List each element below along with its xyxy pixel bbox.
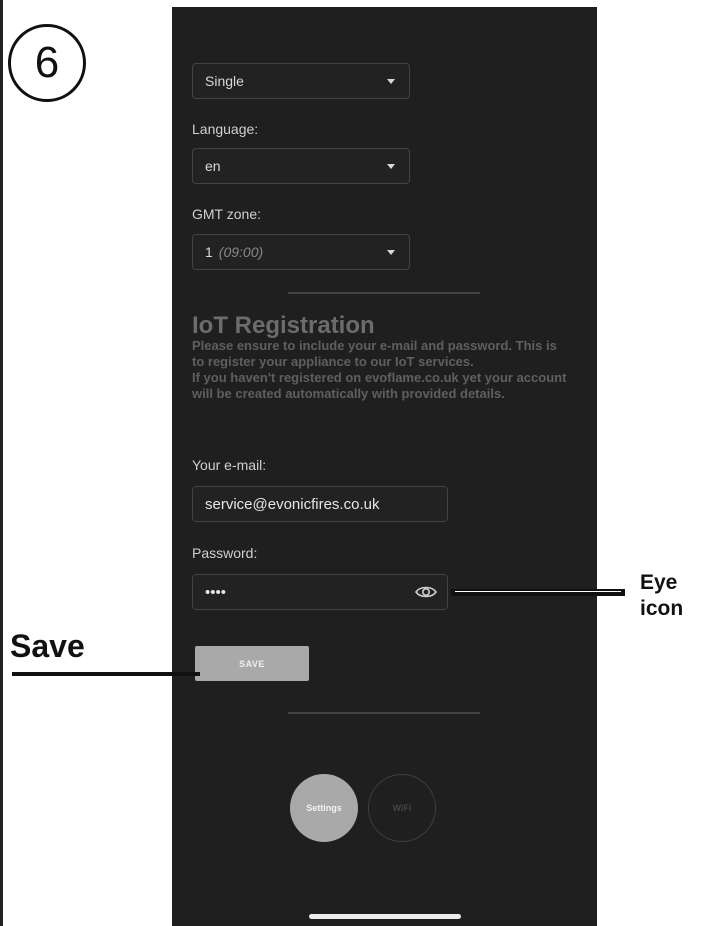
settings-nav-button[interactable]: Settings: [290, 774, 358, 842]
home-indicator: [309, 914, 461, 919]
chevron-down-icon: [387, 79, 395, 84]
language-label: Language:: [192, 121, 259, 137]
section-divider: [288, 292, 480, 294]
page-border: [0, 0, 3, 926]
eye-icon[interactable]: [415, 584, 437, 600]
gmt-zone-label: GMT zone:: [192, 206, 261, 222]
iot-description-paragraph: If you haven't registered on evoflame.co…: [192, 370, 567, 401]
chevron-down-icon: [387, 250, 395, 255]
wifi-nav-button[interactable]: WiFi: [368, 774, 436, 842]
eye-icon-annotation-line: [451, 589, 625, 596]
eye-annotation-line1: Eye: [640, 571, 678, 594]
email-field[interactable]: service@evonicfires.co.uk: [192, 486, 448, 522]
mode-select[interactable]: Single: [192, 63, 410, 99]
gmt-zone-time: (09:00): [218, 244, 264, 260]
save-button[interactable]: SAVE: [195, 646, 309, 681]
password-label: Password:: [192, 545, 258, 561]
language-select-value: en: [205, 158, 221, 174]
save-annotation-label: Save: [10, 628, 85, 664]
step-number-badge: 6: [8, 24, 86, 102]
iot-registration-description: Please ensure to include your e-mail and…: [192, 338, 572, 402]
eye-annotation-line2: icon: [640, 597, 684, 620]
save-annotation-line: [12, 672, 200, 676]
chevron-down-icon: [387, 164, 395, 169]
gmt-zone-value: 1: [205, 244, 213, 260]
iot-description-paragraph: Please ensure to include your e-mail and…: [192, 338, 557, 369]
mode-select-value: Single: [205, 73, 244, 89]
language-select[interactable]: en: [192, 148, 410, 184]
gmt-zone-select[interactable]: 1 (09:00): [192, 234, 410, 270]
section-divider: [288, 712, 480, 714]
phone-screen: Single Language: en GMT zone: 1 (09:00) …: [172, 7, 597, 926]
eye-icon-annotation-label: Eye icon: [640, 570, 683, 622]
password-field[interactable]: ••••: [192, 574, 448, 610]
password-field-value: ••••: [205, 583, 227, 601]
iot-registration-title: IoT Registration: [192, 312, 375, 339]
email-field-value: service@evonicfires.co.uk: [205, 495, 380, 513]
email-label: Your e-mail:: [192, 457, 267, 473]
